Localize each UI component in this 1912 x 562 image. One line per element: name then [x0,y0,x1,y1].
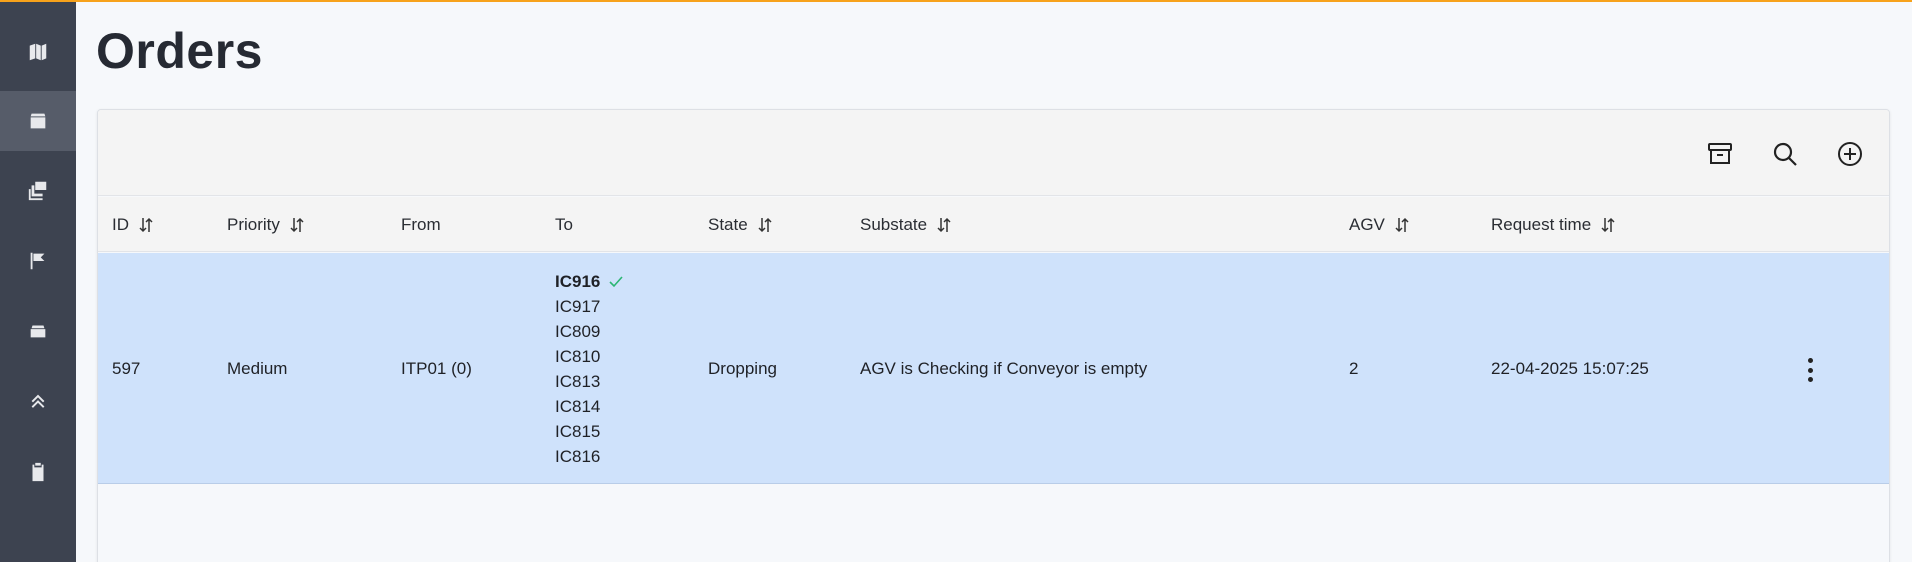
column-header-priority[interactable]: Priority [227,197,306,252]
column-header-label: AGV [1349,214,1385,234]
sidebar [0,0,76,562]
archive-button[interactable] [1703,137,1737,171]
to-item: IC810 [555,347,601,366]
orders-table-card: ID Priority From To State Substate AGV R… [97,109,1890,562]
flag-icon [30,252,45,270]
sidebar-item-loads[interactable] [0,160,76,220]
column-header-agv[interactable]: AGV [1349,197,1411,252]
sort-icon [758,217,772,232]
row-menu-button[interactable] [1798,355,1822,385]
column-header-id[interactable]: ID [112,197,155,252]
column-header-label: ID [112,214,129,234]
more-vertical-icon-dot [1807,358,1813,363]
to-item: IC815 [555,422,601,441]
column-header-label: Request time [1491,214,1592,234]
more-vertical-icon-dot [1807,377,1813,382]
to-item: IC809 [555,322,601,341]
search-button[interactable] [1768,137,1802,171]
top-accent-bar [0,0,1912,2]
sidebar-item-containers[interactable] [0,301,76,361]
chevrons-up-icon [31,394,45,408]
cell-agv: 2 [1349,358,1359,378]
sort-icon [937,217,951,232]
page-title: Orders [96,23,263,79]
cell-substate: AGV is Checking if Conveyor is empty [860,358,1148,378]
box-icon [30,113,46,129]
column-header-label: Substate [860,214,928,234]
to-item: IC917 [555,297,601,316]
sidebar-item-reports[interactable] [0,442,76,502]
to-item-completed: IC916 [555,269,624,294]
cell-priority: Medium [227,358,288,378]
sort-icon [139,217,153,232]
search-icon [1773,142,1797,166]
column-header-substate[interactable]: Substate [860,197,953,252]
sidebar-item-map[interactable] [0,22,76,82]
add-order-button[interactable] [1833,137,1867,171]
column-header-from: From [401,197,441,252]
pallet-stack-icon [28,181,47,201]
to-item-label: IC916 [555,272,601,291]
sidebar-item-locations[interactable] [0,231,76,291]
cell-id: 597 [112,358,141,378]
clipboard-icon [32,462,44,482]
check-icon [609,275,623,287]
more-vertical-icon-dot [1807,367,1813,373]
sort-icon [290,217,304,232]
archive-icon [1708,143,1732,164]
column-header-label: To [555,214,573,234]
sort-icon [1601,217,1615,232]
column-header-label: From [401,214,441,234]
table-row[interactable]: 597 Medium ITP01 (0) IC916 IC917 IC809 I… [98,253,1889,484]
sidebar-item-orders[interactable] [0,91,76,151]
to-item: IC813 [555,372,601,391]
to-item: IC814 [555,397,601,416]
column-header-to: To [555,197,573,252]
to-item: IC816 [555,447,601,466]
column-header-request-time[interactable]: Request time [1491,197,1617,252]
table-header: ID Priority From To State Substate AGV R… [98,197,1889,252]
container-icon [30,325,46,338]
map-icon [29,43,47,61]
column-header-state[interactable]: State [708,197,774,252]
sort-icon [1395,217,1409,232]
cell-state: Dropping [708,358,777,378]
cell-to-list: IC916 IC917 IC809 IC810 IC813 IC814 IC81… [555,269,624,469]
column-header-label: Priority [227,214,280,234]
cell-request-time: 22-04-2025 15:07:25 [1491,358,1649,378]
column-header-label: State [708,214,748,234]
sidebar-item-priority[interactable] [0,371,76,431]
add-circle-icon [1838,142,1862,166]
table-toolbar [98,110,1889,196]
cell-from: ITP01 (0) [401,358,472,378]
